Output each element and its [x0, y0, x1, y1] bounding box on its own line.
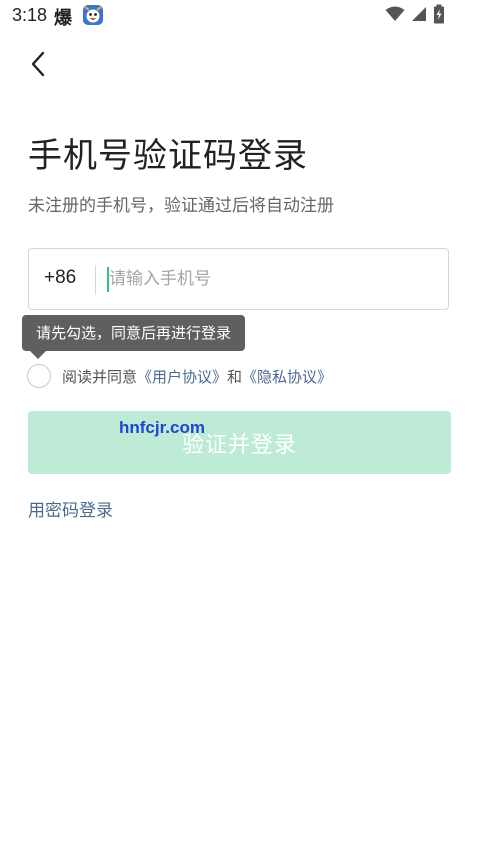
- tooltip-arrow: [30, 351, 46, 359]
- agreement-text: 阅读并同意《用户协议》和《隐私协议》: [62, 366, 332, 387]
- chevron-left-icon: [20, 51, 56, 86]
- divider: [95, 265, 96, 295]
- back-button[interactable]: [20, 46, 56, 82]
- page-title: 手机号验证码登录: [28, 136, 308, 176]
- wifi-icon: [385, 6, 405, 26]
- battery-charging-icon: [433, 4, 445, 28]
- agreement-checkbox[interactable]: [27, 364, 51, 388]
- agreement-prefix: 阅读并同意: [62, 368, 138, 386]
- status-indicators: [385, 4, 445, 28]
- app-badge-icon: [82, 4, 104, 26]
- cell-signal-icon: [411, 6, 427, 26]
- privacy-policy-link[interactable]: 《隐私协议》: [242, 368, 332, 386]
- verify-and-login-button[interactable]: 验证并登录: [28, 411, 451, 474]
- phone-input-box: +86: [28, 248, 449, 310]
- text-caret: [107, 267, 109, 292]
- status-bar: 3:18 爆: [0, 0, 479, 32]
- phone-number-input[interactable]: [109, 259, 429, 299]
- country-code-selector[interactable]: +86: [44, 267, 76, 289]
- agreement-tooltip: 请先勾选，同意后再进行登录: [22, 315, 245, 351]
- status-app-label: 爆: [54, 8, 72, 29]
- password-login-link[interactable]: 用密码登录: [28, 496, 113, 521]
- user-agreement-link[interactable]: 《用户协议》: [137, 368, 227, 386]
- page-subtitle: 未注册的手机号，验证通过后将自动注册: [28, 196, 334, 216]
- agreement-conjunction: 和: [227, 368, 243, 386]
- status-time: 3:18: [12, 5, 48, 25]
